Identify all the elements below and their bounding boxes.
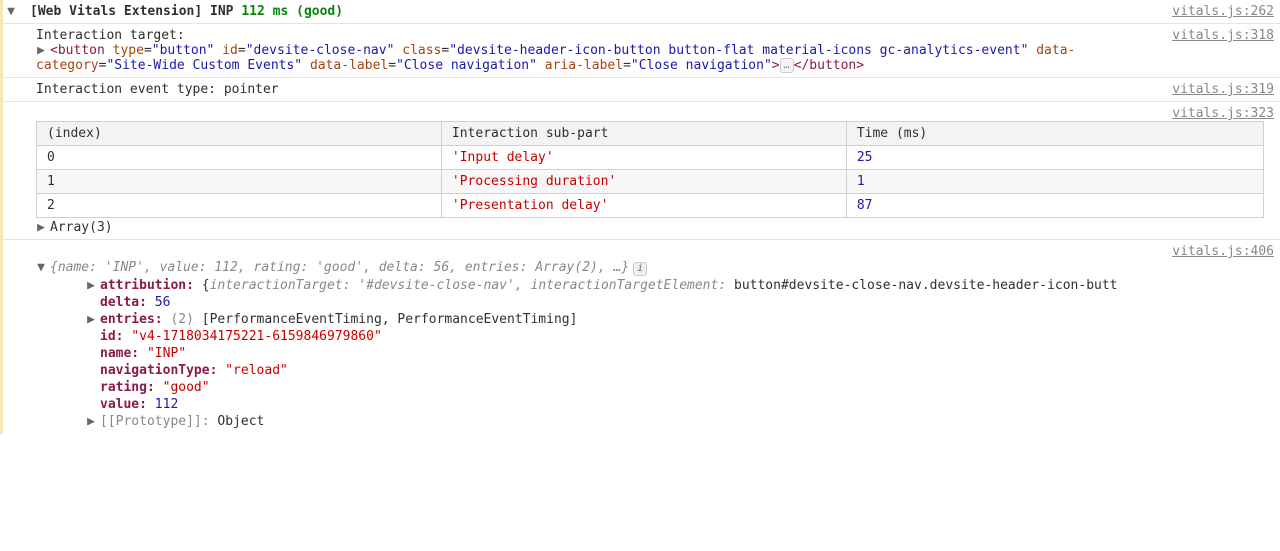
object-row: vitals.js:406 ▼{name: 'INP', value: 112,… bbox=[0, 240, 1280, 434]
attribution-line[interactable]: ▶attribution: {interactionTarget: '#devs… bbox=[86, 277, 1274, 294]
console-panel: ▼ [Web Vitals Extension] INP 112 ms (goo… bbox=[0, 0, 1280, 434]
prototype-line[interactable]: ▶[[Prototype]]: Object bbox=[86, 413, 1274, 430]
interaction-target-row: Interaction target: ▶<button type="butto… bbox=[0, 24, 1280, 78]
header-prefix: [Web Vitals Extension] INP bbox=[30, 4, 234, 19]
event-type-row: Interaction event type: pointer vitals.j… bbox=[0, 78, 1280, 102]
disclosure-open-icon[interactable]: ▼ bbox=[6, 4, 16, 19]
source-link[interactable]: vitals.js:262 bbox=[1172, 4, 1274, 19]
table-row-1: 1 'Processing duration' 1 bbox=[37, 170, 1264, 194]
header-value: 112 ms bbox=[241, 4, 288, 19]
disclosure-closed-icon[interactable]: ▶ bbox=[86, 312, 96, 327]
ellipsis-badge[interactable]: … bbox=[780, 58, 794, 73]
interaction-target-label: Interaction target: bbox=[36, 28, 1172, 43]
event-type-text: Interaction event type: pointer bbox=[6, 82, 1172, 97]
col-time: Time (ms) bbox=[846, 122, 1263, 146]
disclosure-closed-icon[interactable]: ▶ bbox=[36, 43, 46, 58]
source-link[interactable]: vitals.js:323 bbox=[1172, 106, 1274, 121]
col-subpart: Interaction sub-part bbox=[441, 122, 846, 146]
rating-line: rating: "good" bbox=[86, 379, 1274, 396]
table-row: vitals.js:323 (index) Interaction sub-pa… bbox=[0, 102, 1280, 240]
id-line: id: "v4-1718034175221-6159846979860" bbox=[86, 328, 1274, 345]
value-line: value: 112 bbox=[86, 396, 1274, 413]
delta-line: delta: 56 bbox=[86, 294, 1274, 311]
source-link[interactable]: vitals.js:318 bbox=[1172, 28, 1274, 73]
table-row-0: 0 'Input delay' 25 bbox=[37, 146, 1264, 170]
dom-node-preview[interactable]: ▶<button type="button" id="devsite-close… bbox=[36, 43, 1172, 73]
info-icon[interactable]: i bbox=[633, 262, 647, 276]
disclosure-closed-icon[interactable]: ▶ bbox=[86, 278, 96, 293]
timing-table: (index) Interaction sub-part Time (ms) 0… bbox=[36, 121, 1264, 218]
disclosure-closed-icon[interactable]: ▶ bbox=[36, 220, 46, 235]
object-summary[interactable]: ▼{name: 'INP', value: 112, rating: 'good… bbox=[36, 259, 1274, 277]
source-link[interactable]: vitals.js:406 bbox=[1172, 244, 1274, 259]
entries-line[interactable]: ▶entries: (2) [PerformanceEventTiming, P… bbox=[86, 311, 1274, 328]
array-summary[interactable]: ▶Array(3) bbox=[36, 220, 1264, 235]
navtype-line: navigationType: "reload" bbox=[86, 362, 1274, 379]
source-link[interactable]: vitals.js:319 bbox=[1172, 82, 1274, 97]
disclosure-closed-icon[interactable]: ▶ bbox=[86, 414, 96, 429]
name-line: name: "INP" bbox=[86, 345, 1274, 362]
disclosure-open-icon[interactable]: ▼ bbox=[36, 260, 46, 275]
col-index: (index) bbox=[37, 122, 442, 146]
header-rating: (good) bbox=[296, 4, 343, 19]
log-header-row: ▼ [Web Vitals Extension] INP 112 ms (goo… bbox=[0, 0, 1280, 24]
table-row-2: 2 'Presentation delay' 87 bbox=[37, 194, 1264, 218]
